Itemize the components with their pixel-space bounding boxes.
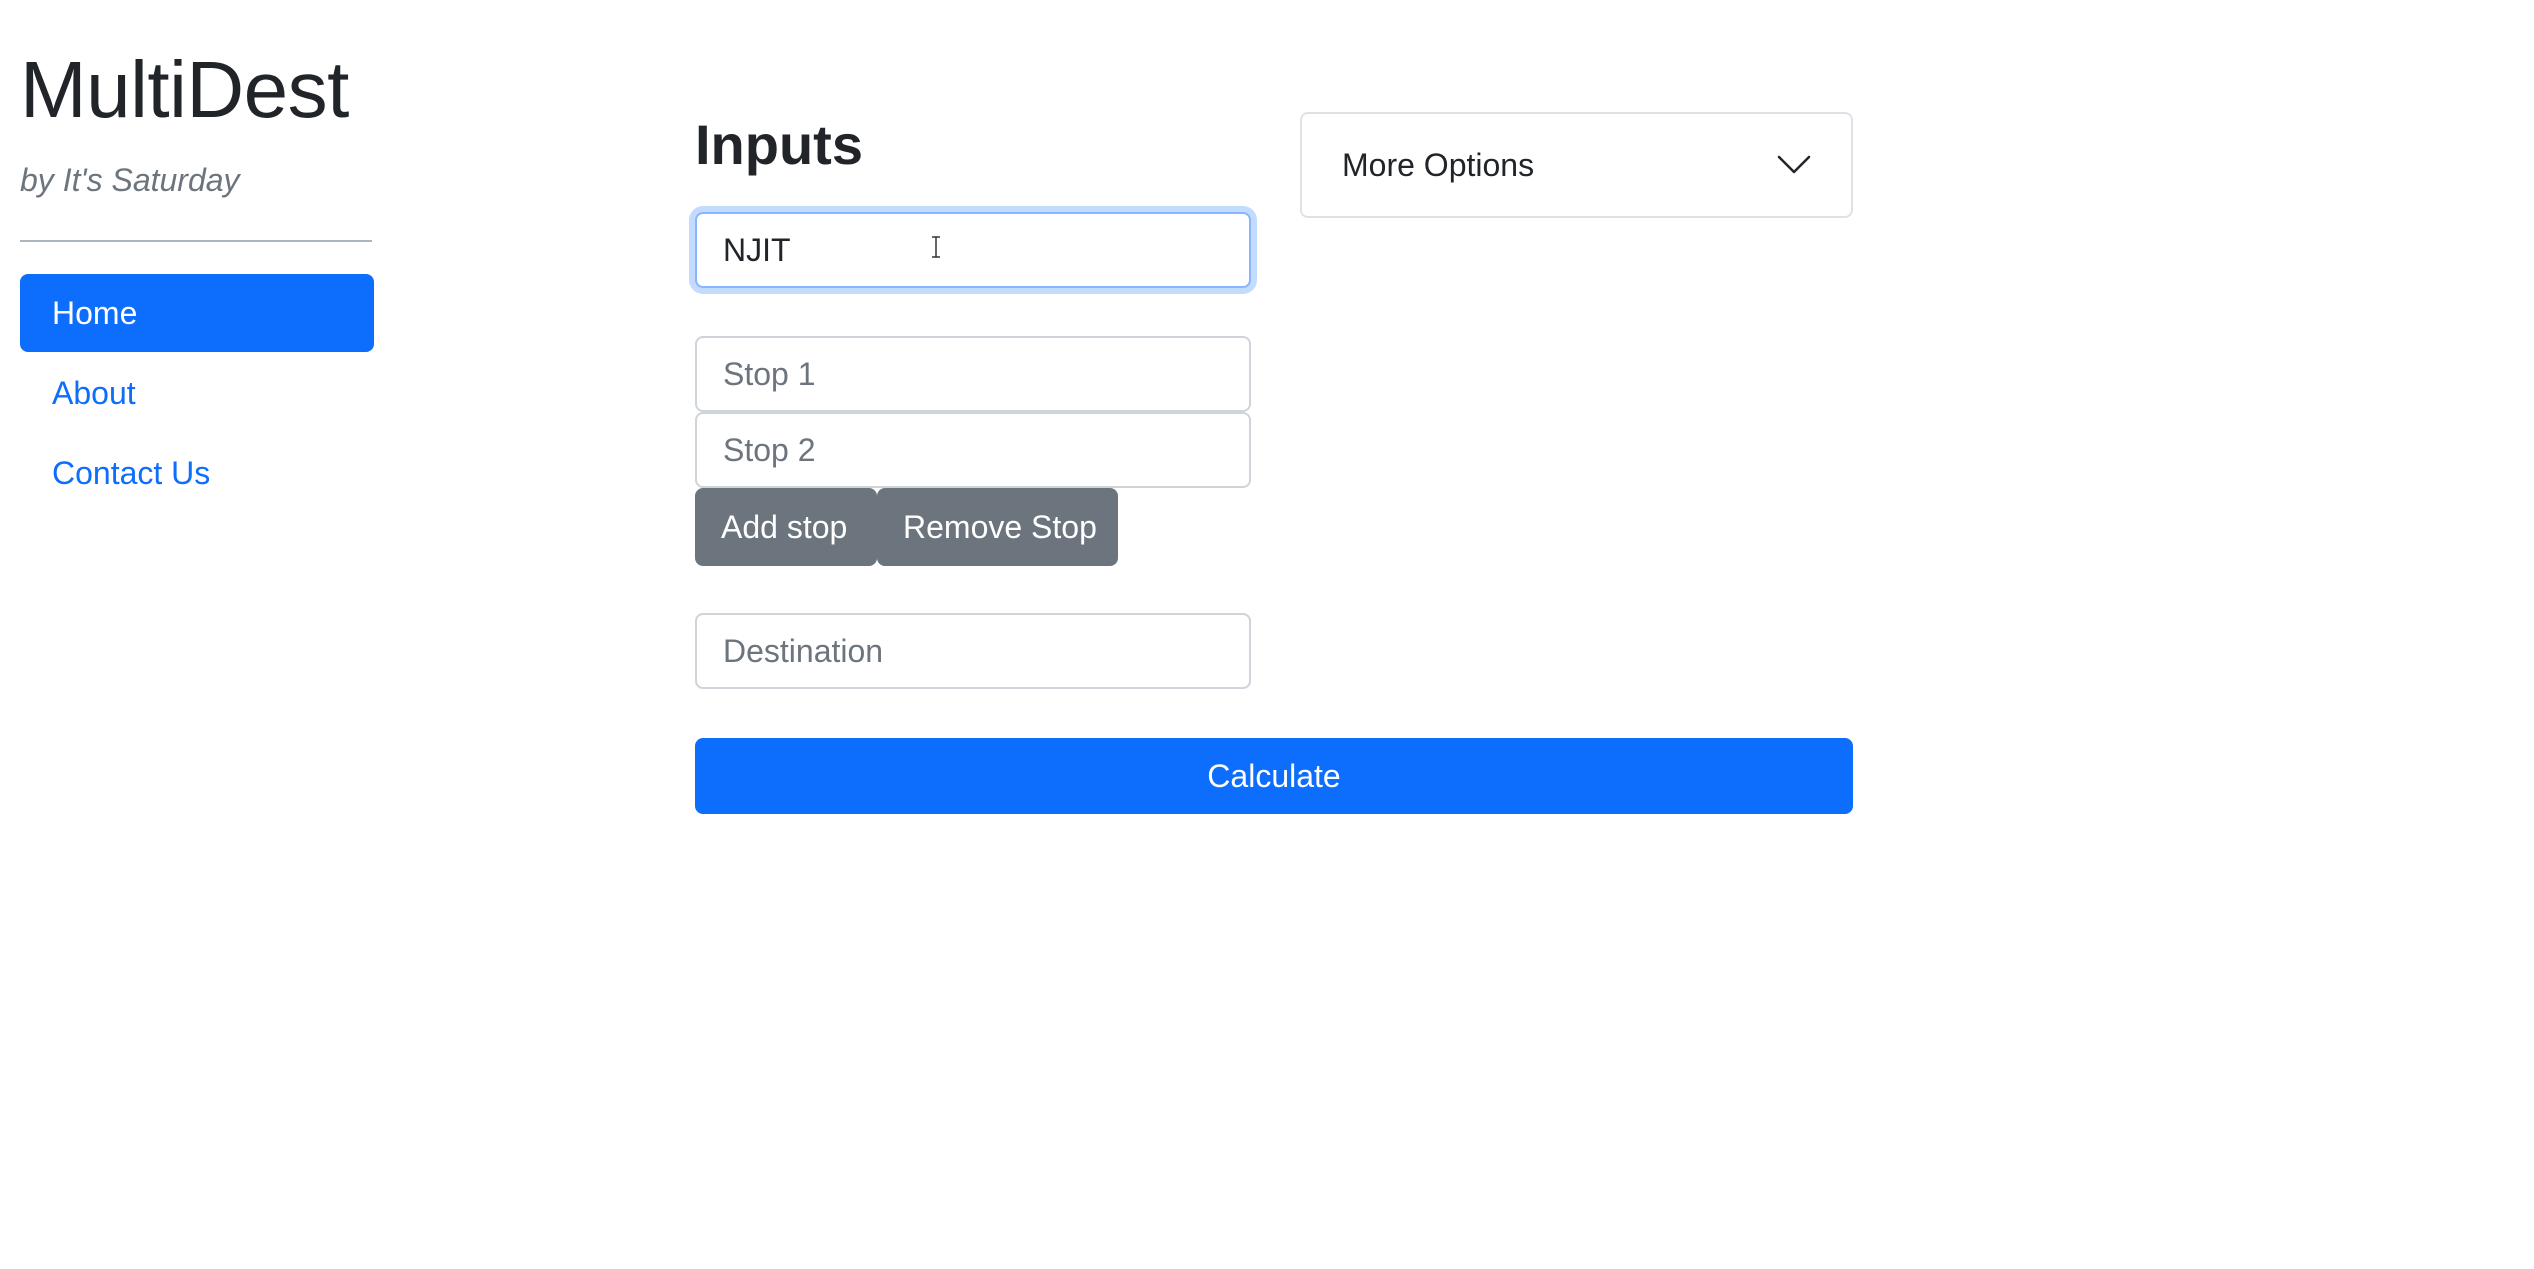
inputs-heading: Inputs bbox=[695, 113, 863, 176]
sidebar-divider bbox=[20, 240, 372, 242]
sidebar-nav: Home About Contact Us bbox=[20, 274, 374, 512]
stop-1-input[interactable] bbox=[695, 336, 1251, 412]
origin-input[interactable] bbox=[695, 212, 1251, 288]
sidebar-item-contact-us[interactable]: Contact Us bbox=[20, 434, 374, 512]
text-cursor-icon bbox=[932, 236, 940, 258]
more-options-label: More Options bbox=[1342, 146, 1535, 183]
brand-title: MultiDest bbox=[20, 45, 349, 134]
sidebar-item-home[interactable]: Home bbox=[20, 274, 374, 352]
calculate-button[interactable]: Calculate bbox=[695, 738, 1853, 814]
more-options-toggle[interactable]: More Options bbox=[1300, 112, 1853, 218]
add-stop-button[interactable]: Add stop bbox=[695, 488, 877, 566]
destination-input[interactable] bbox=[695, 613, 1251, 689]
remove-stop-button[interactable]: Remove Stop bbox=[877, 488, 1118, 566]
stop-2-input[interactable] bbox=[695, 412, 1251, 488]
chevron-down-icon bbox=[1777, 155, 1811, 174]
sidebar-item-about[interactable]: About bbox=[20, 354, 374, 432]
brand-tagline: by It's Saturday bbox=[20, 162, 240, 198]
